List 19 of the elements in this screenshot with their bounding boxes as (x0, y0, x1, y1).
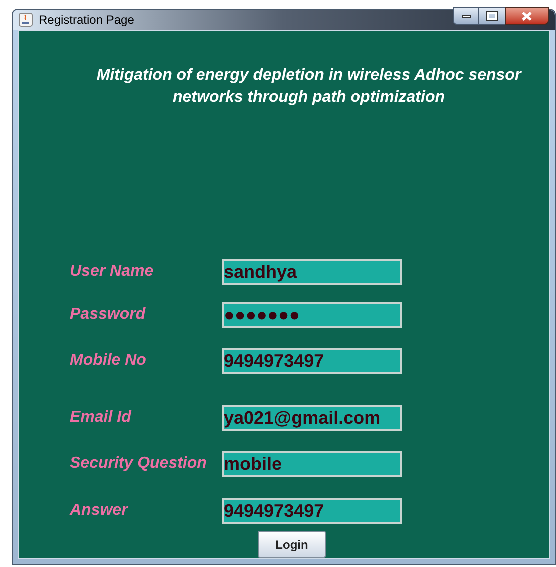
login-button[interactable]: Login (258, 531, 326, 558)
field-label: Mobile No (70, 351, 148, 371)
field-label: Email Id (70, 408, 133, 428)
input-field[interactable]: ya021@gmail.com (222, 405, 402, 431)
input-field[interactable]: 9494973497 (222, 348, 402, 374)
input-field[interactable]: ●●●●●●● (222, 302, 402, 328)
close-icon (522, 12, 532, 20)
input-field[interactable]: sandhya (222, 259, 402, 285)
field-label: Password (70, 305, 147, 325)
field-label: Answer (70, 501, 130, 521)
input-field[interactable]: mobile (222, 451, 402, 477)
close-button[interactable] (505, 7, 549, 25)
maximize-button[interactable] (479, 7, 505, 25)
field-label: Security Question (70, 454, 208, 474)
heading: Mitigation of energy depletion in wireless Adhoc sensor networks through path optimization (96, 66, 523, 108)
field-label: User Name (70, 262, 155, 282)
minimize-button[interactable] (453, 7, 479, 25)
window-title: Registration Page (39, 12, 134, 29)
input-field[interactable]: 9494973497 (222, 498, 402, 524)
